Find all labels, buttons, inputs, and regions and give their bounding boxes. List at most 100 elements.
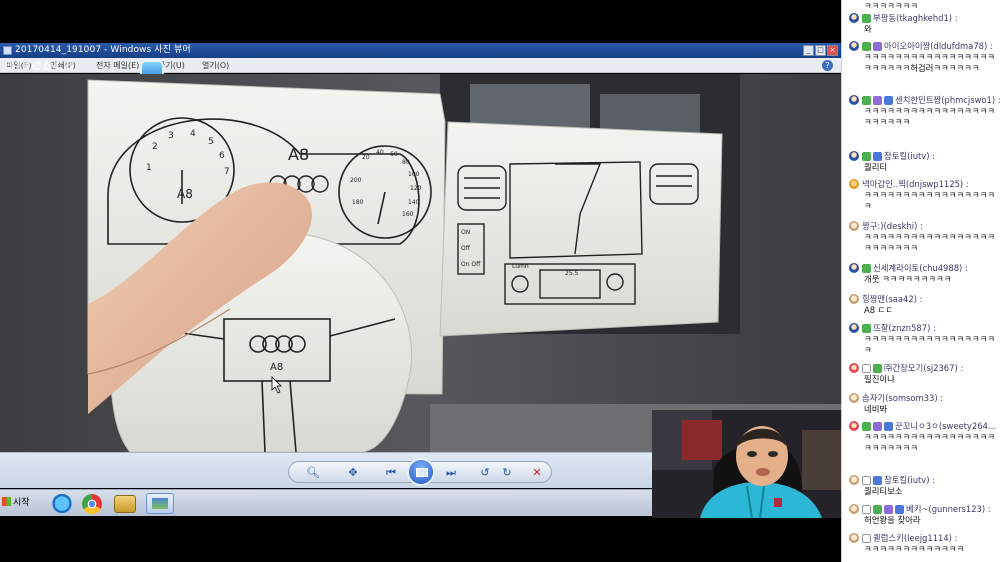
user-avatar-icon[interactable] [849,393,859,403]
blank-badge-icon [862,363,871,373]
chat-text: 와 [864,24,872,34]
previous-icon[interactable]: ⏮ [383,465,399,481]
blank-badge-icon [862,533,871,543]
speedo-number: 180 [352,199,364,206]
speedo-number: 100 [408,171,420,178]
menu-bar: 파일(F) 인쇄(P) 전자 메일(E) 굽기(U) 열기(O) ? [0,58,841,73]
chat-username[interactable]: 베키~(gunners123) : [906,503,991,515]
chat-username[interactable]: 아이오아이짱(dldufdma78) : [884,40,993,52]
chat-username[interactable]: 뜨잘(znzn587) : [873,322,936,334]
maximize-button[interactable]: □ [815,45,826,56]
chat-username[interactable]: 부팡동(tkaghkehd1) : [873,12,958,24]
blank-badge-icon [862,475,871,485]
user-avatar-icon[interactable] [849,179,859,189]
user-avatar-icon[interactable] [849,475,859,485]
folder-icon[interactable] [114,495,136,513]
chat-message: 센치한민트짱(phmcjswo1) : ㅋㅋㅋㅋㅋㅋㅋㅋㅋㅋㅋㅋㅋㅋㅋㅋㅋㅋㅋㅋㅋ… [842,94,1000,128]
chat-username[interactable]: 힝짱맨(saa42) : [862,293,922,305]
user-avatar-icon[interactable] [849,323,859,333]
chat-message: 부팡동(tkaghkehd1) :와 [842,12,1000,35]
streamer-webcam [652,410,841,518]
chat-message-header: 부팡동(tkaghkehd1) : [849,12,1000,24]
windows-flag-icon [2,497,11,506]
title-bar[interactable]: 20170414_191007 - Windows 사진 뷰어 _ □ × [0,43,841,58]
speedo-number: 140 [408,199,420,206]
black-border [0,516,841,562]
chat-panel: ㅋㅋㅋㅋㅋㅋㅋ 부팡동(tkaghkehd1) : 와 아이오아이짱(dldufdm… [841,0,1000,562]
user-avatar-icon[interactable] [849,294,859,304]
chat-username[interactable]: 꾼꼬니ㅇ3ㅇ(sweety2649) : [895,420,1000,432]
user-avatar-icon[interactable] [849,533,859,543]
wheel-label: A8 [270,362,283,373]
vip-badge-icon [873,475,882,485]
chrome-icon[interactable] [82,494,102,514]
viewer-app-icon [3,46,12,55]
chat-username[interactable]: 넥아갑인..찍(dnjswp1125) : [862,178,969,190]
minimize-button[interactable]: _ [803,45,814,56]
chat-username[interactable]: 신세계라이토(chu4988) : [873,262,968,274]
fit-window-icon[interactable]: ✥ [345,465,361,481]
chat-username[interactable]: 참토킬(iutv) : [884,474,935,486]
speedo-number: 160 [402,211,414,218]
next-icon[interactable]: ⏭ [443,465,459,481]
chat-message-header: 센치한민트짱(phmcjswo1) : [849,94,1000,106]
chat-message-header: 아이오아이짱(dldufdma78) : [849,40,1000,52]
user-avatar-icon[interactable] [849,151,859,161]
vip-badge-icon [884,95,893,105]
user-avatar-icon[interactable] [849,263,859,273]
zoom-icon[interactable]: 🔍︎ [305,465,321,481]
internet-explorer-icon[interactable] [50,493,74,514]
chat-message: 베키~(gunners123) : 허언왕을 찾아라 [842,503,1000,526]
chat-text: ㅋㅋㅋㅋㅋㅋㅋㅋㅋㅋㅋㅋㅋㅋㅋㅋㅋㅋ [864,190,995,211]
chat-message-header: 솜자기(somsom33) : [849,392,1000,404]
user-avatar-icon[interactable] [849,363,859,373]
chat-username[interactable]: 센치한민트짱(phmcjswo1) : [895,94,1000,106]
chat-text: 퀄리티 [864,162,888,172]
speedo-number: 80 [402,159,410,166]
chat-message: 참토킬(iutv) : 퀄리티보소 [842,474,1000,497]
chat-username[interactable]: 짱구:)(deskhi) : [862,220,923,232]
chat-text: 네비봐 [864,404,888,414]
user-avatar-icon[interactable] [849,221,859,231]
chat-message-header: 참토킬(iutv) : [849,474,1000,486]
chat-message: 퀼럽스키(leejg1114) : ㅋㅋㅋㅋㅋㅋㅋㅋㅋㅋㅋㅋㅋ [842,532,1000,555]
slideshow-button[interactable] [407,458,435,486]
rotate-cw-icon[interactable]: ↻ [499,465,515,481]
radio-label: Lumn [512,263,529,270]
user-avatar-icon[interactable] [849,41,859,51]
chat-username[interactable]: 솜자기(somsom33) : [862,392,943,404]
chat-text: ㅋㅋㅋㅋㅋㅋㅋㅋㅋㅋㅋㅋㅋㅋㅋㅋㅋㅋㅋㅋㅋㅋㅋㅋ [864,232,995,253]
user-avatar-icon[interactable] [849,95,859,105]
chat-username[interactable]: 참토킬(iutv) : [884,150,935,162]
menu-email[interactable]: 전자 메일(E) [96,60,139,71]
user-avatar-icon[interactable] [849,421,859,431]
close-button[interactable]: × [827,45,838,56]
photo-viewer-taskbar-icon[interactable] [146,493,174,514]
user-avatar-icon[interactable] [849,504,859,514]
sub-badge-icon [873,95,882,105]
chat-text: 개웃 ㅋㅋㅋㅋㅋㅋㅋㅋㅋ [864,274,952,284]
console-button-label: On Off [461,261,481,268]
chat-message: 참토킬(iutv) : 퀄리티 [842,150,1000,173]
chat-message: 아이오아이짱(dldufdma78) : ㅋㅋㅋㅋㅋㅋㅋㅋㅋㅋㅋㅋㅋㅋㅋㅋㅋㅋㅋㅋ… [842,40,1000,74]
console-button-label: Off [461,245,471,252]
user-avatar-icon[interactable] [849,13,859,23]
help-icon[interactable]: ? [822,60,833,71]
chat-text: ㅋㅋㅋㅋㅋㅋㅋㅋㅋㅋㅋㅋㅋㅋㅋㅋㅋㅋ [864,334,995,355]
fan-badge-icon [862,323,871,333]
chat-message-header: ㈜간장모기(sj2367) : [849,362,1000,374]
chat-message: ㈜간장모기(sj2367) : 필진이냐 [842,362,1000,385]
menu-open[interactable]: 열기(O) [202,60,229,71]
rotate-ccw-icon[interactable]: ↺ [477,465,493,481]
delete-icon[interactable]: ✕ [529,465,545,481]
chat-username[interactable]: 퀼럽스키(leejg1114) : [873,532,957,544]
taskbar: 시작 [0,489,652,516]
stream-screen: 20170414_191007 - Windows 사진 뷰어 _ □ × 파일… [0,0,1000,562]
chat-text: ㅋㅋㅋㅋㅋㅋㅋㅋㅋㅋㅋㅋㅋㅋㅋㅋㅋㅋㅋㅋㅋㅋㅋ허겁러ㅋㅋㅋㅋㅋㅋ [864,52,995,73]
chat-message-header: 힝짱맨(saa42) : [849,293,1000,305]
speedo-number: 200 [350,177,362,184]
speedo-number: 20 [362,154,370,161]
chat-message-header: 퀼럽스키(leejg1114) : [849,532,1000,544]
start-button[interactable]: 시작 [2,495,30,508]
chat-username[interactable]: ㈜간장모기(sj2367) : [884,362,963,374]
